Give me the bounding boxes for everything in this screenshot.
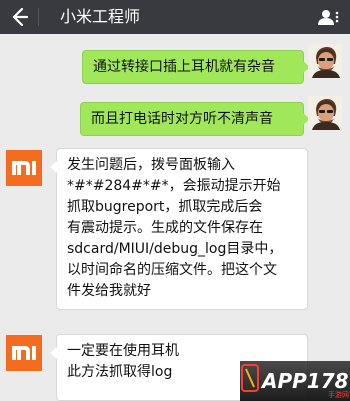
message-text: 而且打电话时对方听不清声音: [91, 111, 273, 127]
message-line: 发生问题后，拨号面板输入: [67, 157, 235, 173]
chat-title: 小米工程师: [60, 7, 141, 26]
back-button[interactable]: [8, 6, 30, 28]
watermark-subtext: 手游网: [328, 390, 349, 399]
user-avatar[interactable]: [308, 44, 342, 78]
watermark-text: APP178: [260, 369, 349, 393]
outgoing-bubble[interactable]: 而且打电话时对方听不清声音: [80, 102, 310, 136]
message-line: 抓取bugreport，抓取完成后会: [67, 199, 263, 215]
user-avatar[interactable]: [308, 96, 342, 130]
message-line: 有震动提示。生成的文件保存在: [67, 220, 263, 236]
message-line: 以时间命名的压缩文件。把这个文: [67, 262, 277, 278]
user-avatar-image: [308, 44, 342, 78]
app178-watermark: APP178 手游网: [240, 361, 350, 401]
user-avatar-image: [308, 96, 342, 130]
message-line: 件发给我就好: [67, 283, 151, 299]
back-arrow-icon: [12, 7, 29, 27]
incoming-bubble[interactable]: 发生问题后，拨号面板输入 *#*#284#*#*，会振动提示开始 抓取bugre…: [50, 148, 308, 310]
message-line: sdcard/MIUI/debug_log目录中，: [67, 241, 283, 257]
header-divider: [38, 8, 39, 26]
mi-avatar[interactable]: [6, 150, 42, 186]
mi-logo-icon: [6, 150, 42, 186]
chat-header: 小米工程师: [0, 0, 350, 34]
message-line: 一定要在使用耳机: [67, 343, 179, 359]
app178-logo-icon: APP178 手游网: [240, 361, 350, 401]
contact-info-button[interactable]: [316, 6, 342, 28]
outgoing-bubble[interactable]: 通过转接口插上耳机就有杂音: [82, 50, 310, 84]
mi-avatar[interactable]: [6, 335, 42, 371]
message-line: *#*#284#*#*，会振动提示开始: [67, 178, 281, 194]
mi-logo-icon: [6, 335, 42, 371]
message-text: 通过转接口插上耳机就有杂音: [93, 59, 275, 75]
contact-info-icon: [318, 10, 339, 25]
